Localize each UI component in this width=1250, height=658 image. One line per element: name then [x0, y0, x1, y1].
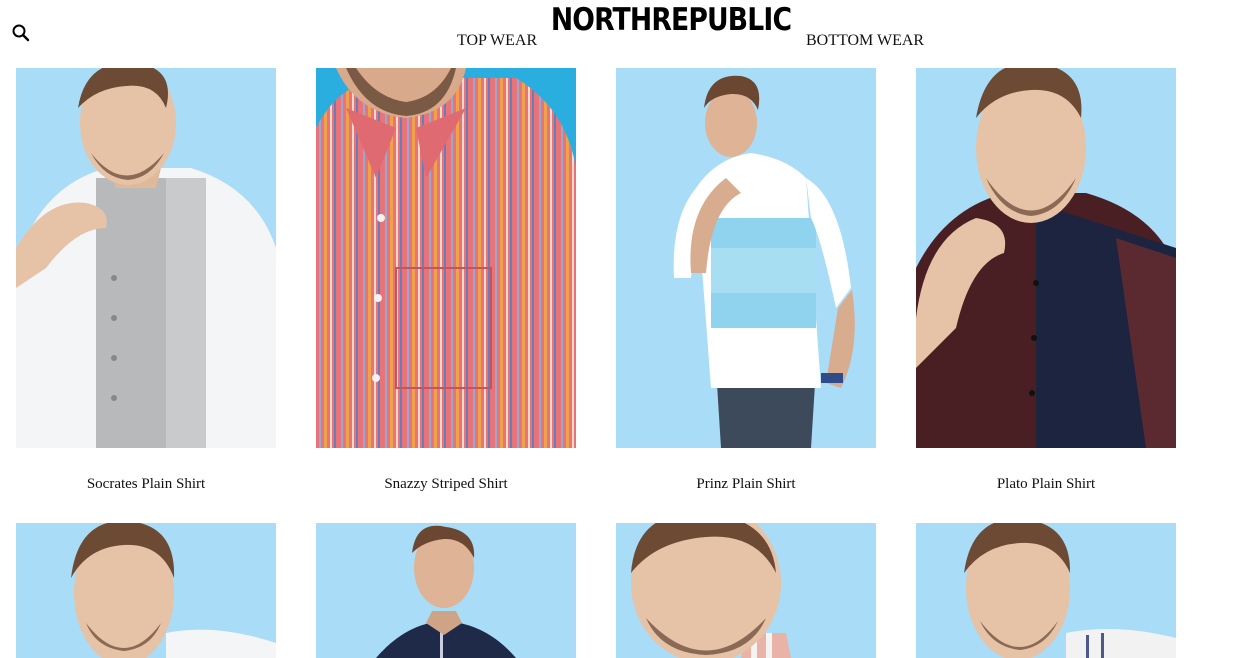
product-name[interactable]: Socrates Plain Shirt — [16, 475, 276, 493]
nav-bottom-wear[interactable]: BOTTOM WEAR — [806, 32, 924, 50]
brand-logo[interactable]: NORTHREPUBLIC — [94, 0, 1248, 40]
nav-top-wear[interactable]: TOP WEAR — [457, 32, 537, 50]
site-header: NORTHREPUBLIC TOP WEAR BOTTOM WEAR — [0, 0, 1250, 66]
product-name[interactable]: Prinz Plain Shirt — [616, 475, 876, 493]
product-name[interactable]: Plato Plain Shirt — [916, 475, 1176, 493]
product-name[interactable]: Snazzy Striped Shirt — [316, 475, 576, 493]
product-image[interactable] — [916, 68, 1176, 448]
search-icon[interactable] — [11, 23, 31, 43]
product-image[interactable] — [616, 523, 876, 658]
product-image[interactable] — [316, 523, 576, 658]
product-image[interactable] — [916, 523, 1176, 658]
product-image[interactable] — [616, 68, 876, 448]
product-image[interactable] — [316, 68, 576, 448]
product-image[interactable] — [16, 523, 276, 658]
product-image[interactable] — [16, 68, 276, 448]
